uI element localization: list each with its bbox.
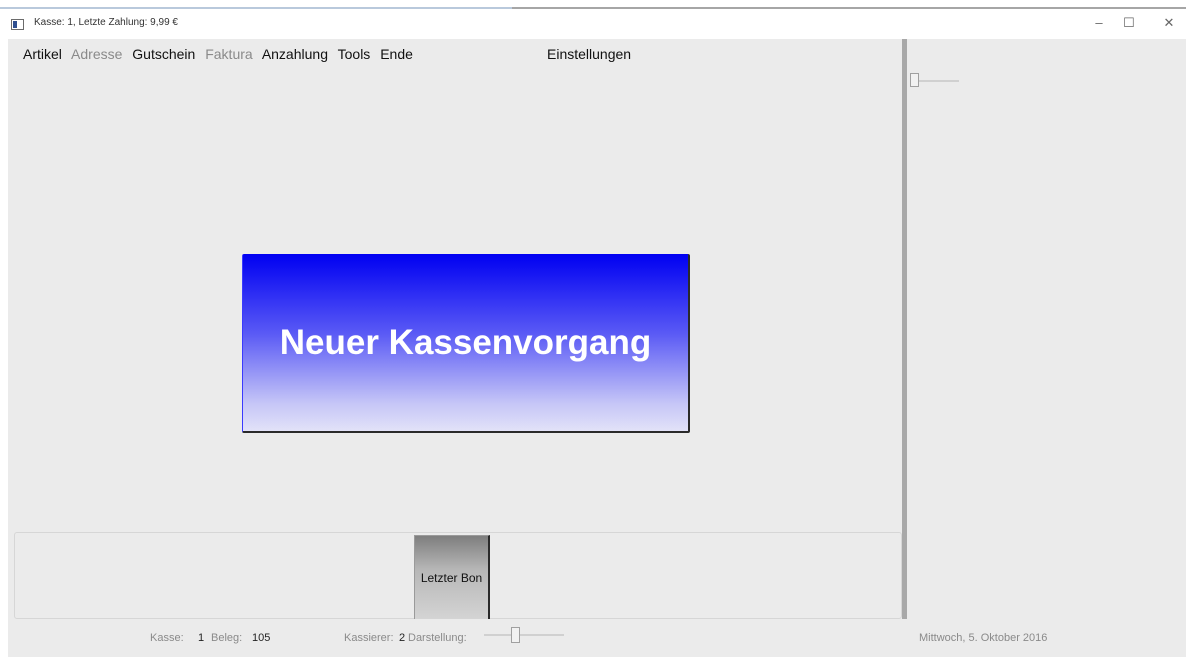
darstellung-label: Darstellung: — [408, 632, 467, 644]
status-date: Mittwoch, 5. Oktober 2016 — [919, 632, 1048, 644]
title-bar[interactable] — [8, 9, 1186, 39]
side-slider-thumb[interactable] — [910, 73, 919, 87]
display-slider-thumb[interactable] — [511, 627, 520, 643]
display-slider-track[interactable] — [484, 634, 564, 636]
menu-item-einstellungen[interactable]: Einstellungen — [547, 46, 631, 62]
menu-item-tools[interactable]: Tools — [338, 46, 371, 62]
menu-item-gutschein[interactable]: Gutschein — [132, 46, 195, 62]
side-slider-track[interactable] — [913, 80, 959, 82]
menu-item-artikel[interactable]: Artikel — [23, 46, 62, 62]
panel-splitter[interactable] — [902, 39, 907, 619]
new-transaction-button[interactable]: Neuer Kassenvorgang — [242, 254, 690, 433]
beleg-label: Beleg: — [211, 632, 243, 644]
menu-bar: Artikel Adresse Gutschein Faktura Anzahl… — [23, 46, 419, 62]
new-transaction-label: Neuer Kassenvorgang — [279, 322, 652, 362]
kasse-label: Kasse: — [150, 632, 184, 644]
close-icon[interactable]: ✕ — [1146, 12, 1186, 34]
menu-item-ende[interactable]: Ende — [380, 46, 413, 62]
menu-item-adresse: Adresse — [71, 46, 123, 62]
beleg-value: 105 — [252, 632, 271, 644]
window-title: Kasse: 1, Letzte Zahlung: 9,99 € — [34, 17, 178, 28]
last-receipt-button[interactable]: Letzter Bon — [414, 535, 490, 619]
app-icon — [11, 19, 24, 30]
kasse-value: 1 — [198, 632, 205, 644]
menu-item-anzahlung[interactable]: Anzahlung — [262, 46, 328, 62]
kassierer-label: Kassierer: — [344, 632, 394, 644]
top-accent-strip — [0, 0, 1186, 9]
menu-item-faktura: Faktura — [205, 46, 253, 62]
kassierer-value: 2 — [399, 632, 406, 644]
